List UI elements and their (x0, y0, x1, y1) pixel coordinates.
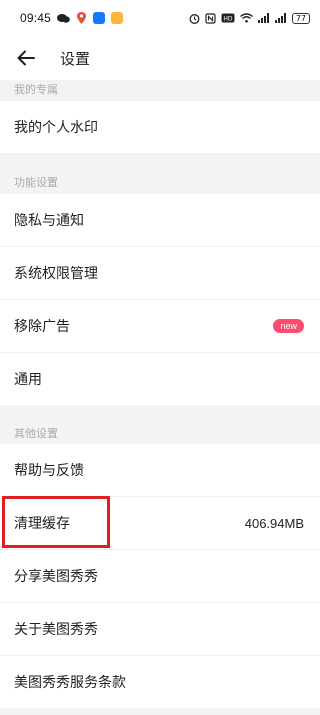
settings-item-help[interactable]: 帮助与反馈 (0, 444, 320, 496)
settings-item-label: 移除广告 (14, 319, 70, 335)
settings-item-label: 帮助与反馈 (14, 463, 84, 479)
settings-item-terms[interactable]: 美图秀秀服务条款 (0, 656, 320, 708)
wifi-icon (239, 13, 253, 23)
alarm-icon (189, 13, 200, 24)
settings-item-share[interactable]: 分享美图秀秀 (0, 550, 320, 602)
signal-icon-1 (257, 13, 270, 23)
chat-app-icon (57, 13, 70, 24)
nfc-icon (205, 12, 216, 24)
settings-item-general[interactable]: 通用 (0, 353, 320, 405)
settings-item-label: 隐私与通知 (14, 213, 84, 229)
section-label-features: 功能设置 (14, 176, 58, 189)
settings-item-label: 系统权限管理 (14, 266, 98, 282)
settings-item-label: 关于美图秀秀 (14, 622, 98, 638)
settings-item-about[interactable]: 关于美图秀秀 (0, 603, 320, 655)
section-label-others: 其他设置 (14, 427, 58, 440)
status-bar: 09:45 HD 77 (0, 0, 320, 36)
signal-icon-2 (274, 13, 287, 23)
back-button[interactable] (14, 46, 38, 70)
location-app-icon (76, 12, 87, 24)
settings-item-label: 分享美图秀秀 (14, 569, 98, 585)
settings-item-label: 通用 (14, 372, 42, 388)
status-time: 09:45 (20, 11, 52, 25)
app-header: 设置 (0, 36, 320, 80)
settings-item-remove-ads[interactable]: 移除广告 new (0, 300, 320, 352)
settings-item-label: 我的个人水印 (14, 120, 98, 136)
battery-indicator: 77 (291, 12, 310, 24)
svg-text:HD: HD (223, 16, 233, 23)
arrow-left-icon (17, 50, 35, 66)
annotation-highlight-box (2, 496, 110, 548)
settings-item-label: 美图秀秀服务条款 (14, 675, 126, 691)
alipay-app-icon (93, 12, 106, 24)
settings-item-privacy[interactable]: 隐私与通知 (0, 194, 320, 246)
page-title: 设置 (60, 49, 91, 68)
cache-size-value: 406.94MB (244, 515, 304, 531)
settings-item-permissions[interactable]: 系统权限管理 (0, 247, 320, 299)
hd-icon: HD (221, 13, 235, 23)
settings-item-watermark[interactable]: 我的个人水印 (0, 101, 320, 153)
gift-app-icon (111, 12, 124, 24)
section-label-my-exclusive: 我的专属 (14, 83, 58, 96)
new-badge: new (273, 319, 304, 333)
